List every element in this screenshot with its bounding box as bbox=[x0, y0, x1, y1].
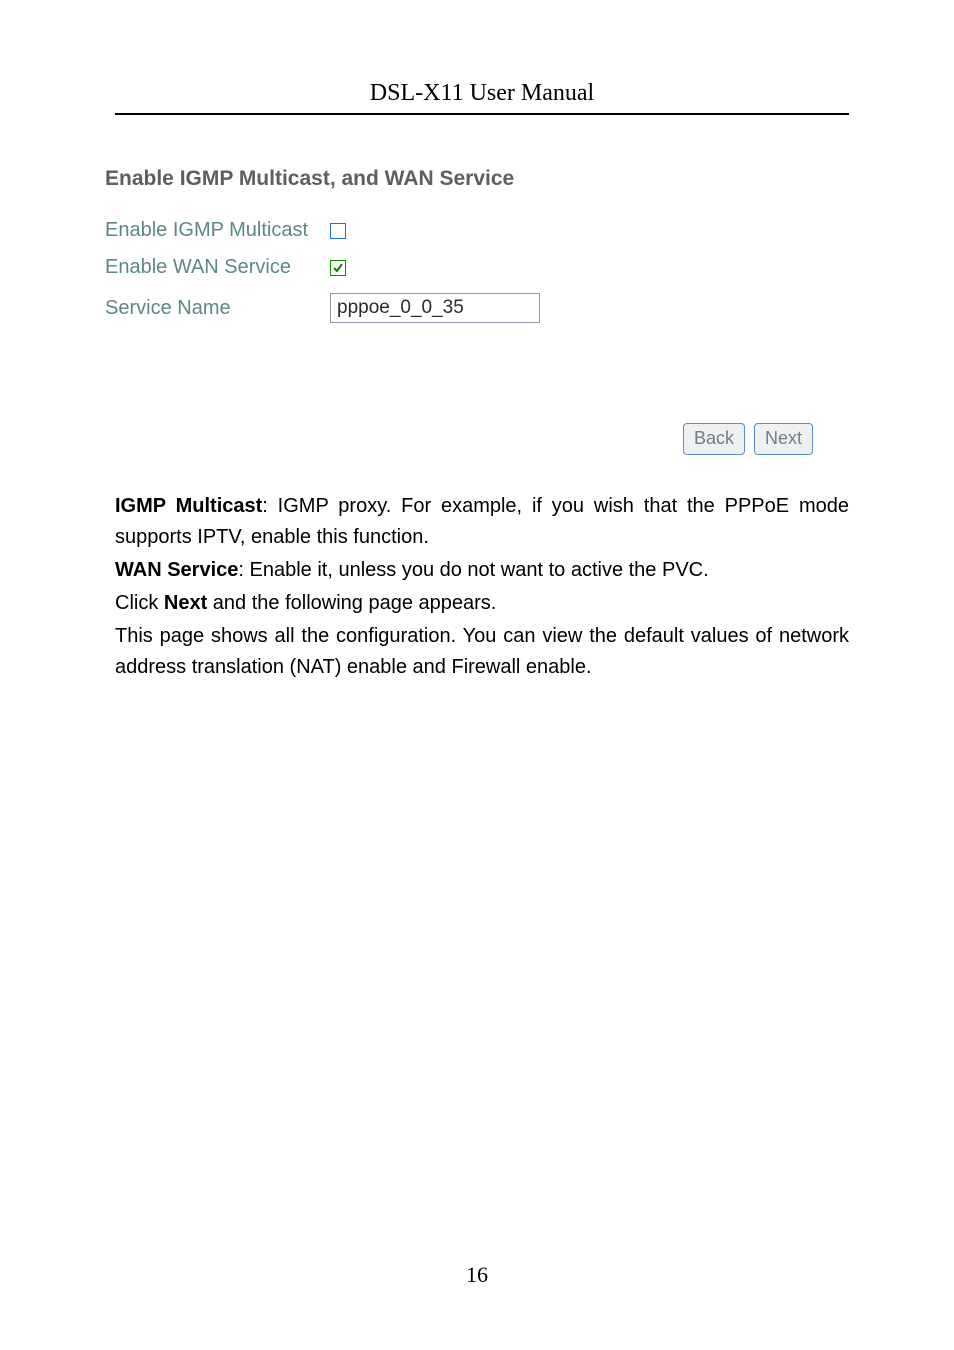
next-button[interactable]: Next bbox=[754, 423, 813, 455]
row-igmp: Enable IGMP Multicast bbox=[105, 219, 849, 242]
body-text: IGMP Multicast: IGMP proxy. For example,… bbox=[115, 491, 849, 683]
service-name-input[interactable] bbox=[330, 293, 540, 323]
next-term: Next bbox=[164, 592, 207, 614]
wan-service-checkbox[interactable] bbox=[330, 260, 346, 276]
page-number: 16 bbox=[0, 1262, 954, 1288]
back-button[interactable]: Back bbox=[683, 423, 745, 455]
igmp-multicast-label: Enable IGMP Multicast bbox=[105, 219, 330, 242]
click-pre: Click bbox=[115, 592, 164, 614]
wan-desc: : Enable it, unless you do not want to a… bbox=[238, 559, 708, 581]
wan-term: WAN Service bbox=[115, 559, 238, 581]
row-wan: Enable WAN Service bbox=[105, 256, 849, 279]
igmp-multicast-checkbox[interactable] bbox=[330, 223, 346, 239]
service-name-label: Service Name bbox=[105, 297, 330, 320]
summary-para: This page shows all the configuration. Y… bbox=[115, 621, 849, 683]
document-header-title: DSL-X11 User Manual bbox=[115, 80, 849, 115]
ui-panel: Enable IGMP Multicast, and WAN Service E… bbox=[105, 155, 849, 455]
button-row: Back Next bbox=[105, 423, 813, 455]
check-icon bbox=[332, 262, 344, 274]
igmp-term: IGMP Multicast bbox=[115, 495, 262, 517]
panel-title: Enable IGMP Multicast, and WAN Service bbox=[105, 167, 849, 191]
click-post: and the following page appears. bbox=[207, 592, 496, 614]
row-service-name: Service Name bbox=[105, 293, 849, 323]
wan-service-label: Enable WAN Service bbox=[105, 256, 330, 279]
